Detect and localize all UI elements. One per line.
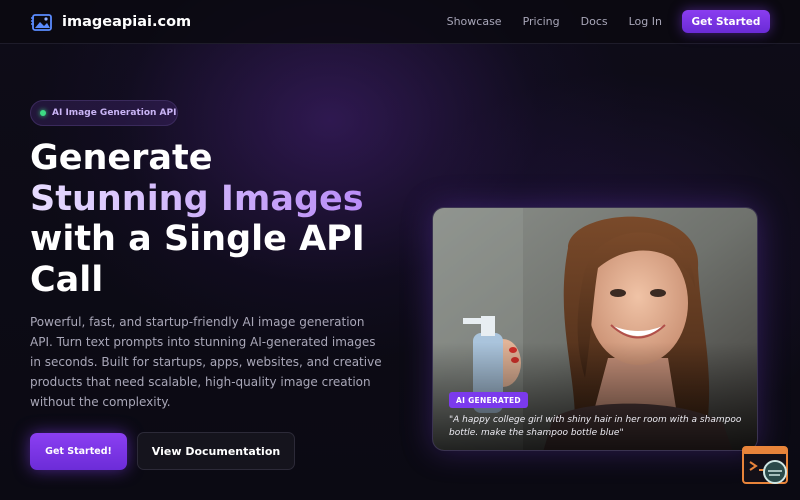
- nav-link-docs[interactable]: Docs: [581, 10, 608, 33]
- main-nav: Showcase Pricing Docs Log In Get Started: [447, 10, 770, 33]
- ai-generated-badge: AI GENERATED: [449, 392, 528, 408]
- chat-widget-icon[interactable]: [742, 446, 790, 488]
- hero-title-accent: Stunning Images: [30, 178, 364, 219]
- image-prompt-text: "A happy college girl with shiny hair in…: [449, 415, 742, 438]
- hero-title-line1: Generate: [30, 138, 213, 178]
- get-started-nav-button[interactable]: Get Started: [682, 10, 770, 33]
- status-dot-icon: [40, 110, 46, 116]
- logo-icon: [31, 14, 52, 31]
- hero-section: AI Image Generation API Generate Stunnin…: [0, 0, 800, 500]
- nav-link-pricing[interactable]: Pricing: [523, 10, 560, 33]
- hero-badge-label: AI Image Generation API: [52, 108, 177, 118]
- brand-name: imageapiai.com: [62, 14, 192, 30]
- hero-title: Generate Stunning Images with a Single A…: [30, 138, 410, 300]
- hero-title-line4: Call: [30, 259, 104, 300]
- brand-logo[interactable]: imageapiai.com: [30, 10, 191, 34]
- hero-title-line3: with a Single API: [30, 219, 365, 259]
- generated-image-card: AI GENERATED "A happy college girl with …: [432, 207, 758, 451]
- top-navbar: imageapiai.com Showcase Pricing Docs Log…: [0, 0, 800, 44]
- view-documentation-button[interactable]: View Documentation: [137, 432, 295, 470]
- hero-description: Powerful, fast, and startup-friendly AI …: [30, 315, 382, 409]
- hero-badge: AI Image Generation API: [30, 100, 178, 126]
- get-started-button[interactable]: Get Started!: [30, 433, 127, 470]
- nav-link-showcase[interactable]: Showcase: [447, 10, 502, 33]
- nav-link-login[interactable]: Log In: [629, 10, 662, 33]
